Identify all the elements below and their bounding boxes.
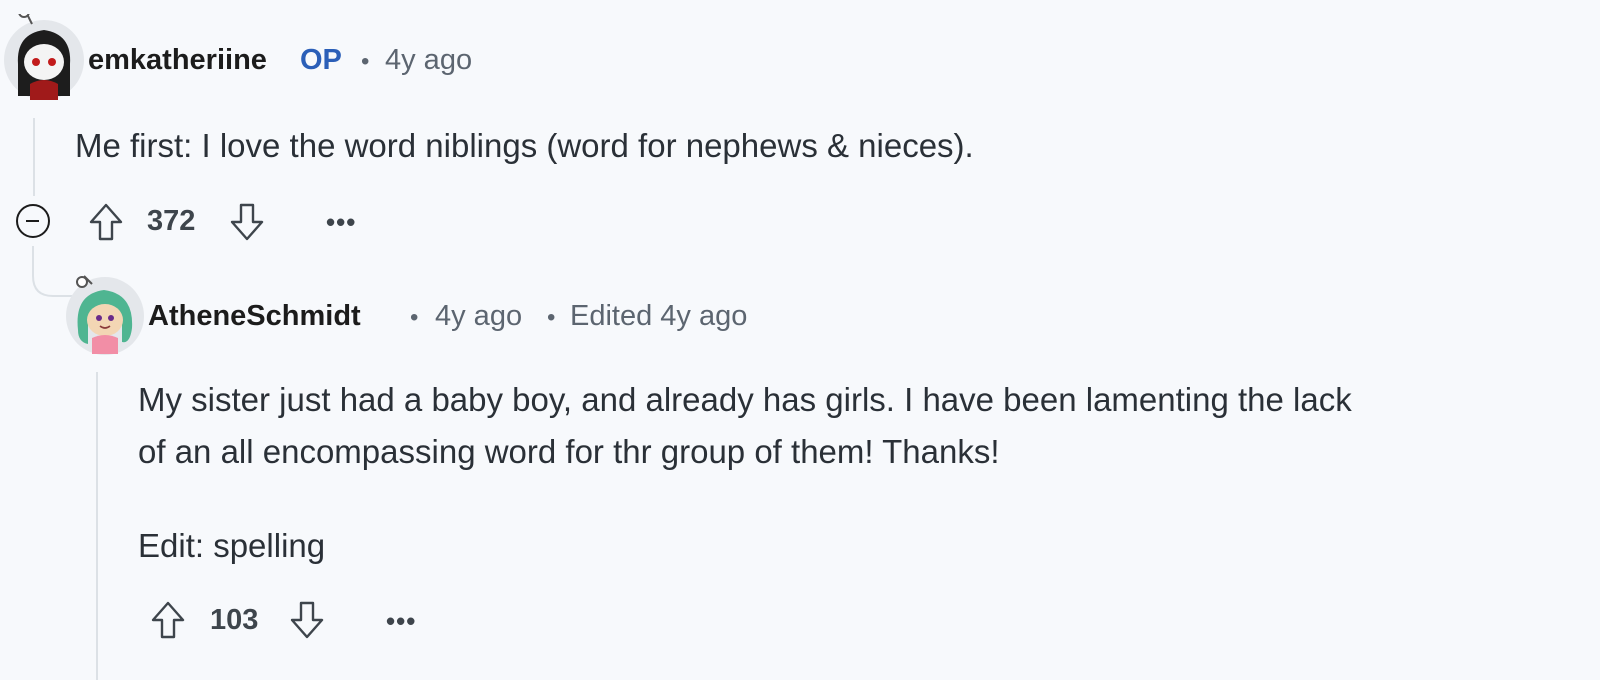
comment-author[interactable]: emkatheriine <box>88 44 267 77</box>
meta-separator: • <box>410 304 419 331</box>
snoo-avatar-green-hair-icon <box>66 275 144 355</box>
downvote-button[interactable] <box>287 598 327 642</box>
reply-timestamp[interactable]: 4y ago <box>435 300 522 333</box>
vote-score: 103 <box>210 604 259 636</box>
comment-timestamp[interactable]: 4y ago <box>385 44 472 77</box>
thread-line[interactable] <box>96 372 98 680</box>
upvote-button[interactable] <box>86 200 126 244</box>
upvote-arrow-icon <box>89 203 123 241</box>
avatar[interactable] <box>2 14 86 100</box>
comment-thread: emkatheriine OP • 4y ago Me first: I lov… <box>0 0 1600 680</box>
upvote-arrow-icon <box>151 601 185 639</box>
op-badge: OP <box>300 44 342 76</box>
reply-edit-note: Edit: spelling <box>138 527 326 564</box>
edited-timestamp: Edited 4y ago <box>570 300 748 332</box>
collapse-minus-icon[interactable] <box>16 204 50 238</box>
downvote-button[interactable] <box>227 200 267 244</box>
more-options-button[interactable]: ••• <box>386 606 416 637</box>
vote-score: 372 <box>147 205 196 237</box>
reply-body-line: of an all encompassing word for thr grou… <box>138 433 1000 470</box>
comment-body: Me first: I love the word niblings (word… <box>75 127 974 164</box>
upvote-button[interactable] <box>148 598 188 642</box>
reply-body-line: My sister just had a baby boy, and alrea… <box>138 381 1352 418</box>
meta-separator: • <box>547 304 556 331</box>
reply-author[interactable]: AtheneSchmidt <box>148 300 361 333</box>
downvote-arrow-icon <box>230 203 264 241</box>
avatar[interactable] <box>64 272 146 355</box>
meta-separator: • <box>361 48 370 75</box>
snoo-avatar-dark-hair-icon <box>4 14 84 100</box>
more-options-button[interactable]: ••• <box>326 207 356 238</box>
thread-line[interactable] <box>33 118 35 196</box>
downvote-arrow-icon <box>290 601 324 639</box>
